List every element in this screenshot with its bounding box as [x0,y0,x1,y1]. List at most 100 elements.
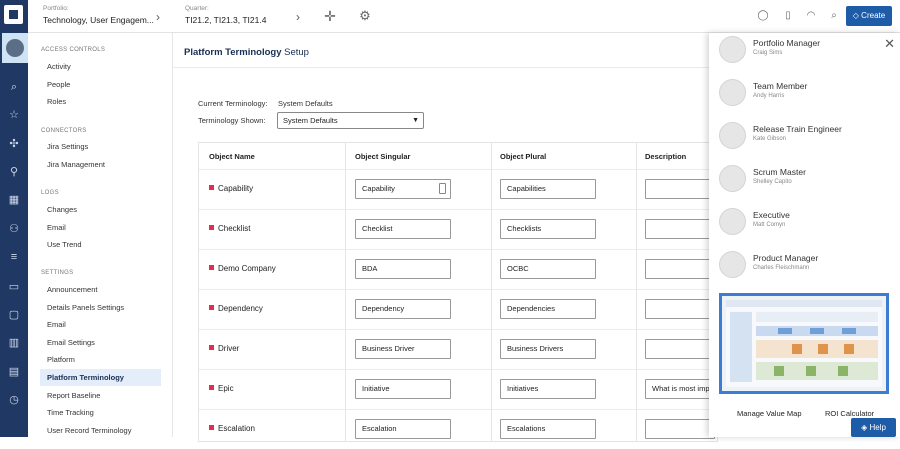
bell-icon[interactable]: ◠ [804,9,818,23]
object-name: Checklist [209,224,250,233]
sidebar-item-use-trend[interactable]: Use Trend [40,236,161,253]
chevron-right-icon[interactable]: › [156,10,160,24]
plural-input[interactable]: Capabilities [500,179,596,199]
sidebar-item-activity[interactable]: Activity [40,58,161,75]
plural-input[interactable]: Escalations [500,419,596,439]
person-card[interactable]: Product Manager Charles Fleischmann [719,251,889,283]
sidebar-item-people[interactable]: People [40,76,161,93]
person-name: Andy Harris [753,93,785,99]
user-avatar[interactable] [2,33,28,63]
description-input[interactable] [645,219,715,239]
star-icon[interactable]: ☆ [7,108,21,122]
calendar-icon[interactable]: ▤ [7,365,21,379]
app-rail: ⌕ ☆ ✣ ⚲ ▦ ⚇ ≡ ▭ ▢ ▥ ▤ ◷ [0,0,28,437]
person-card[interactable]: Team Member Andy Harris [719,79,889,111]
singular-input[interactable]: BDA [355,259,451,279]
search-icon[interactable]: ⌕ [7,80,21,94]
person-role: Release Train Engineer [753,124,842,134]
roles-panel: ✕ Portfolio Manager Craig Sims Team Memb… [709,33,900,437]
sidebar-item-details-panels-settings[interactable]: Details Panels Settings [40,299,161,316]
gear-icon[interactable]: ⚙ [358,9,372,23]
search-icon[interactable]: ⌕ [827,9,841,23]
value-map-thumbnail[interactable] [719,293,889,394]
table-row: Escalation Escalation Escalations [199,409,717,449]
description-input[interactable]: What is most imp [645,379,715,399]
sidebar-item-report-baseline[interactable]: Report Baseline [40,387,161,404]
singular-input[interactable]: Checklist [355,219,451,239]
singular-input[interactable]: Escalation [355,419,451,439]
add-icon[interactable]: ✛ [323,9,337,23]
clipboard-icon[interactable] [439,183,446,194]
person-card[interactable]: Release Train Engineer Kate Gibson [719,122,889,154]
plural-input[interactable]: Dependencies [500,299,596,319]
person-card[interactable]: Executive Matt Comyn [719,208,889,240]
sidebar-item-platform-terminology[interactable]: Platform Terminology [40,369,161,386]
singular-input[interactable]: Initiative [355,379,451,399]
roadmap-icon[interactable]: ≡ [7,250,21,264]
roi-calculator-button[interactable]: ROI Calculator [825,409,874,418]
terminology-shown-select[interactable]: System Defaults ▼ [277,112,424,129]
plural-input[interactable]: Initiatives [500,379,596,399]
header-object-singular: Object Singular [355,152,411,161]
sidebar-item-email-settings[interactable]: Email Settings [40,334,161,351]
description-input[interactable] [645,419,715,439]
quarter-label: Quarter: [185,5,209,12]
avatar [719,251,746,278]
person-name: Kate Gibson [753,136,787,142]
app-logo[interactable] [4,5,23,24]
person-card[interactable]: Portfolio Manager Craig Sims [719,36,889,68]
table-row: Capability Capability Capabilities [199,169,717,209]
object-name: Capability [209,184,253,193]
person-name: Shelley Capito [753,179,792,185]
plural-input[interactable]: Business Drivers [500,339,596,359]
sidebar-item-roles[interactable]: Roles [40,93,161,110]
user-icon[interactable]: ◯ [756,9,770,23]
monitor-icon[interactable]: ▢ [7,308,21,322]
person-role: Team Member [753,81,808,91]
hierarchy-icon[interactable]: ⚲ [7,165,21,179]
current-terminology-value: System Defaults [278,99,333,108]
team-icon[interactable]: ⚇ [7,222,21,236]
sidebar-item-announcement[interactable]: Announcement [40,281,161,298]
sidebar-item-platform[interactable]: Platform [40,351,161,368]
person-card[interactable]: Scrum Master Shelley Capito [719,165,889,197]
object-name: Demo Company [209,264,276,273]
terminology-table: Object Name Object Singular Object Plura… [198,142,718,442]
avatar [719,165,746,192]
sidebar-item-changes[interactable]: Changes [40,201,161,218]
plural-input[interactable]: Checklists [500,219,596,239]
portfolio-selector[interactable]: Technology, User Engagem... [43,15,154,25]
manage-value-map-button[interactable]: Manage Value Map [737,409,802,418]
chevron-right-icon[interactable]: › [296,10,300,24]
strategy-icon[interactable]: ✣ [7,137,21,151]
chevron-down-icon: ▼ [412,117,419,124]
plural-input[interactable]: OCBC [500,259,596,279]
singular-input[interactable]: Capability [355,179,451,199]
sidebar-item-email[interactable]: Email [40,316,161,333]
description-input[interactable] [645,259,715,279]
object-name: Escalation [209,424,255,433]
sidebar-item-time-tracking[interactable]: Time Tracking [40,404,161,421]
sidebar-item-user-record-terminology[interactable]: User Record Terminology [40,422,161,439]
board-icon[interactable]: ▭ [7,280,21,294]
description-input[interactable] [645,339,715,359]
table-row: Demo Company BDA OCBC [199,249,717,289]
clipboard-icon[interactable]: ▯ [781,9,795,23]
avatar [719,36,746,63]
header-object-name: Object Name [209,152,255,161]
reports-icon[interactable]: ▥ [7,336,21,350]
quarter-selector[interactable]: TI21.2, TI21.3, TI21.4 [185,15,266,25]
person-role: Product Manager [753,253,819,263]
sidebar-item-email-log[interactable]: Email [40,219,161,236]
timer-icon[interactable]: ◷ [7,393,21,407]
description-input[interactable] [645,299,715,319]
singular-input[interactable]: Business Driver [355,339,451,359]
portfolio-icon[interactable]: ▦ [7,193,21,207]
singular-input[interactable]: Dependency [355,299,451,319]
sidebar-item-jira-settings[interactable]: Jira Settings [40,138,161,155]
help-button[interactable]: ◈ Help [851,418,896,437]
sidebar-item-jira-management[interactable]: Jira Management [40,156,161,173]
description-input[interactable] [645,179,715,199]
create-button[interactable]: ◇ Create [846,6,892,26]
person-name: Charles Fleischmann [753,265,810,271]
